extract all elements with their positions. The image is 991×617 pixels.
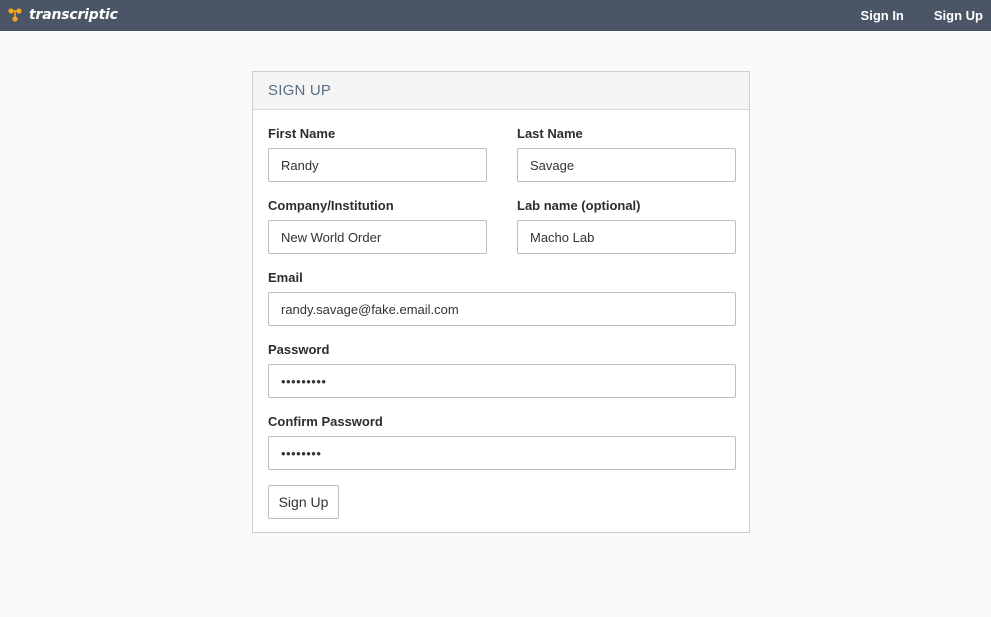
signup-panel: SIGN UP First Name Last Name Company/Ins…	[252, 71, 750, 533]
top-nav: Sign In Sign Up	[861, 0, 991, 31]
sign-up-link[interactable]: Sign Up	[934, 8, 983, 23]
brand-name: transcriptic	[29, 7, 118, 23]
brand[interactable]: transcriptic	[8, 6, 118, 24]
panel-title: SIGN UP	[268, 82, 332, 99]
first-name-label: First Name	[268, 126, 336, 141]
password-label: Password	[268, 342, 330, 357]
panel-header: SIGN UP	[253, 72, 749, 110]
last-name-label: Last Name	[517, 126, 583, 141]
sign-up-button[interactable]: Sign Up	[268, 485, 339, 519]
first-name-field[interactable]	[268, 148, 487, 182]
transcriptic-logo-icon	[8, 8, 22, 22]
sign-in-link[interactable]: Sign In	[861, 8, 904, 23]
lab-name-label: Lab name (optional)	[517, 198, 641, 213]
password-field[interactable]	[268, 364, 736, 398]
company-field[interactable]	[268, 220, 487, 254]
company-label: Company/Institution	[268, 198, 394, 213]
confirm-password-label: Confirm Password	[268, 414, 383, 429]
last-name-field[interactable]	[517, 148, 736, 182]
confirm-password-field[interactable]	[268, 436, 736, 470]
email-label: Email	[268, 270, 303, 285]
lab-name-field[interactable]	[517, 220, 736, 254]
email-field[interactable]	[268, 292, 736, 326]
top-navbar: transcriptic Sign In Sign Up	[0, 0, 991, 31]
